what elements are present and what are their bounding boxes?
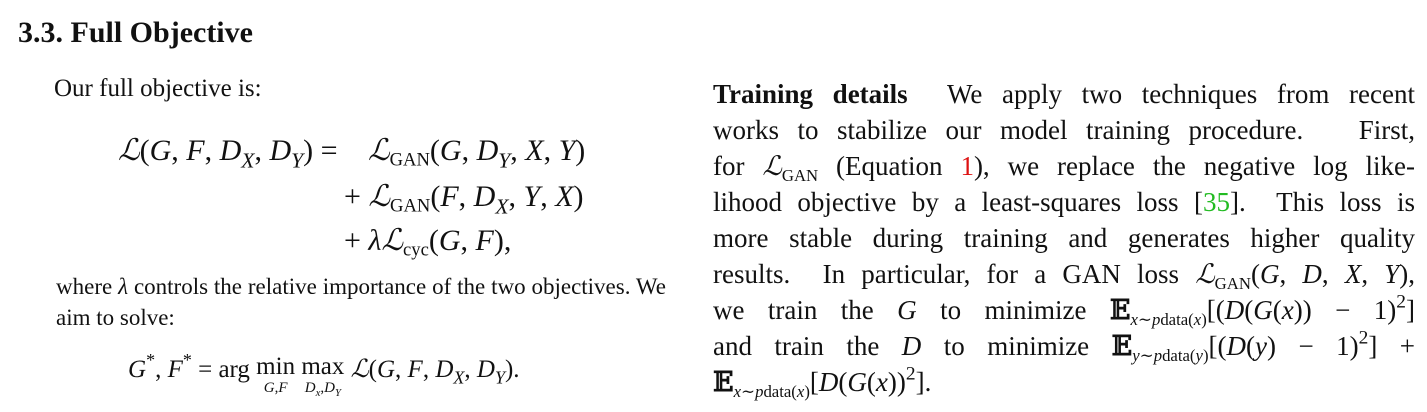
- intro-text: Our full objective is:: [54, 75, 262, 102]
- training-line-2: works to stabilize our model training pr…: [713, 115, 1415, 145]
- training-line-7: we train the G to minimize 𝔼x∼pdata(x)[(…: [713, 291, 1415, 329]
- equation-reference[interactable]: 1: [960, 151, 974, 181]
- section-title: Full Objective: [70, 16, 253, 49]
- equation-term-1: ℒGAN(G, DY, X, Y): [368, 133, 586, 173]
- equation-term-3: + λℒcyc(G, F),: [344, 223, 512, 261]
- where-paragraph: where λ controls the relative importance…: [56, 274, 667, 330]
- section-heading: 3.3. Full Objective: [18, 16, 253, 50]
- training-details-paragraph: Training details We apply two techniques…: [713, 76, 1416, 401]
- training-line-5: more stable during training and generate…: [713, 223, 1415, 253]
- equation-term-2: + ℒGAN(F, DX, Y, X): [344, 179, 584, 219]
- final-equation: G*, F* = arg min G,F max Dx,DY ℒ(G, F, D…: [128, 350, 520, 399]
- training-line-8: and train the D to minimize 𝔼y∼pdata(y)[…: [713, 327, 1415, 365]
- max-operator: max Dx,DY: [301, 353, 345, 399]
- citation-reference[interactable]: 35: [1203, 187, 1230, 217]
- training-line-4: lihood objective by a least-squares loss…: [713, 187, 1415, 217]
- training-line-3: for ℒGAN (Equation 1), we replace the ne…: [713, 151, 1415, 185]
- min-operator: min G,F: [256, 353, 296, 396]
- training-line-1: Training details We apply two techniques…: [713, 79, 1415, 109]
- training-line-9: 𝔼x∼pdata(x)[D(G(x))2].: [713, 363, 932, 401]
- training-line-6: results. In particular, for a GAN loss ℒ…: [713, 259, 1416, 293]
- training-heading: Training details: [713, 79, 908, 109]
- equation-lhs: ℒ(G, F, DX, DY) =: [118, 133, 338, 173]
- section-number: 3.3.: [18, 16, 63, 49]
